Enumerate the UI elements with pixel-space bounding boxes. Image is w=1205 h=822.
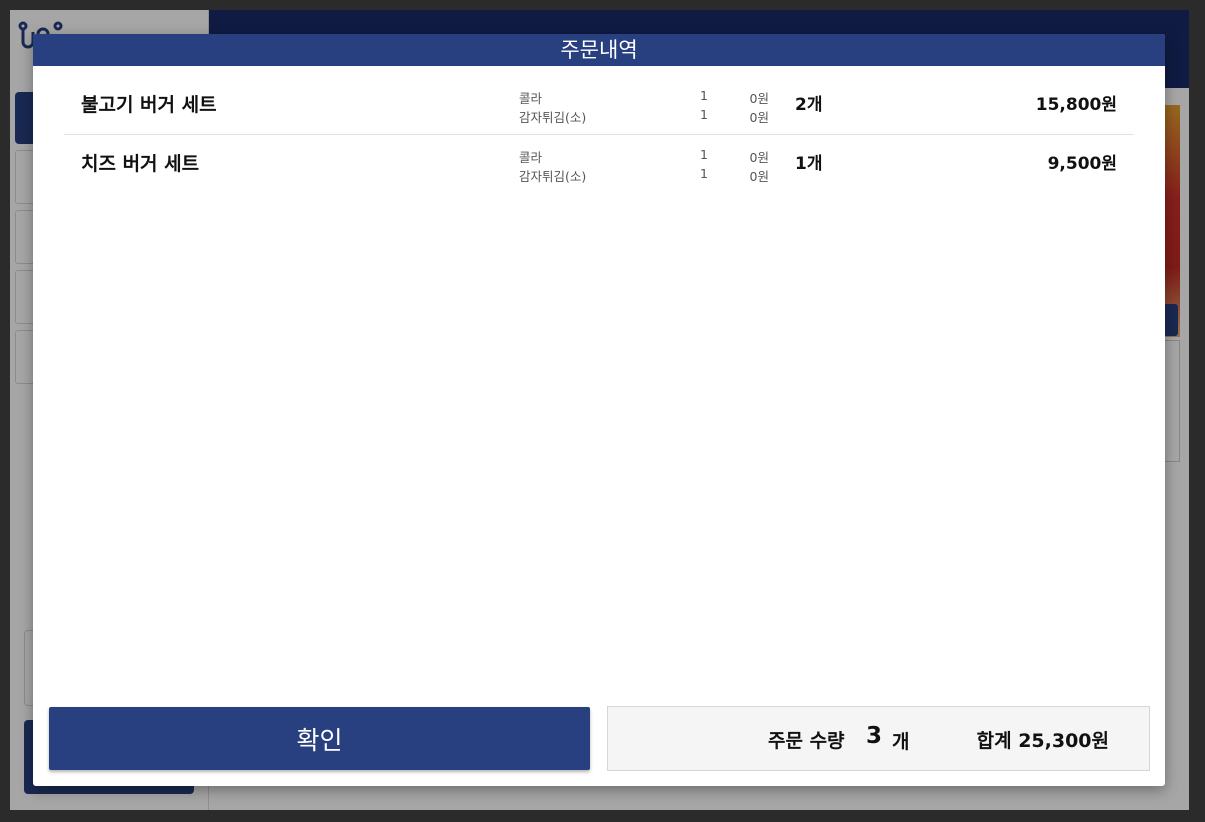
option-line: 콜라 1 0원	[519, 88, 769, 107]
item-price: 9,500원	[1047, 154, 1117, 174]
item-name: 치즈 버거 세트	[81, 153, 200, 175]
order-total: 합계 25,300원	[976, 730, 1109, 752]
option-name: 감자튀김(소)	[519, 110, 587, 125]
option-price: 0원	[749, 91, 769, 106]
order-qty-label: 주문 수량	[768, 730, 845, 752]
item-options: 콜라 1 0원 감자튀김(소) 1 0원	[519, 147, 769, 185]
order-qty-unit: 개	[892, 731, 910, 753]
option-qty: 1	[700, 147, 708, 162]
item-qty: 2개	[795, 95, 823, 115]
order-history-modal: 주문내역 불고기 버거 세트 콜라 1 0원 감자튀김(소) 1 0원 2개 1…	[33, 34, 1165, 786]
option-line: 콜라 1 0원	[519, 147, 769, 166]
order-row: 치즈 버거 세트 콜라 1 0원 감자튀김(소) 1 0원 1개 9,500원	[64, 135, 1134, 193]
item-name: 불고기 버거 세트	[81, 94, 217, 116]
option-line: 감자튀김(소) 1 0원	[519, 107, 769, 126]
order-qty-value: 3	[866, 723, 883, 749]
option-qty: 1	[700, 107, 708, 122]
item-qty: 1개	[795, 154, 823, 174]
order-summary: 주문 수량 3 개 합계 25,300원	[607, 706, 1150, 771]
option-qty: 1	[700, 166, 708, 181]
option-name: 감자튀김(소)	[519, 169, 587, 184]
order-row: 불고기 버거 세트 콜라 1 0원 감자튀김(소) 1 0원 2개 15,800…	[64, 76, 1134, 135]
option-line: 감자튀김(소) 1 0원	[519, 166, 769, 185]
option-name: 콜라	[519, 150, 543, 165]
modal-title: 주문내역	[33, 34, 1165, 66]
option-qty: 1	[700, 88, 708, 103]
item-options: 콜라 1 0원 감자튀김(소) 1 0원	[519, 88, 769, 126]
confirm-button[interactable]: 확인	[49, 707, 590, 770]
order-list: 불고기 버거 세트 콜라 1 0원 감자튀김(소) 1 0원 2개 15,800…	[64, 76, 1134, 193]
option-name: 콜라	[519, 91, 543, 106]
option-price: 0원	[749, 110, 769, 125]
item-price: 15,800원	[1035, 95, 1117, 115]
option-price: 0원	[749, 169, 769, 184]
option-price: 0원	[749, 150, 769, 165]
